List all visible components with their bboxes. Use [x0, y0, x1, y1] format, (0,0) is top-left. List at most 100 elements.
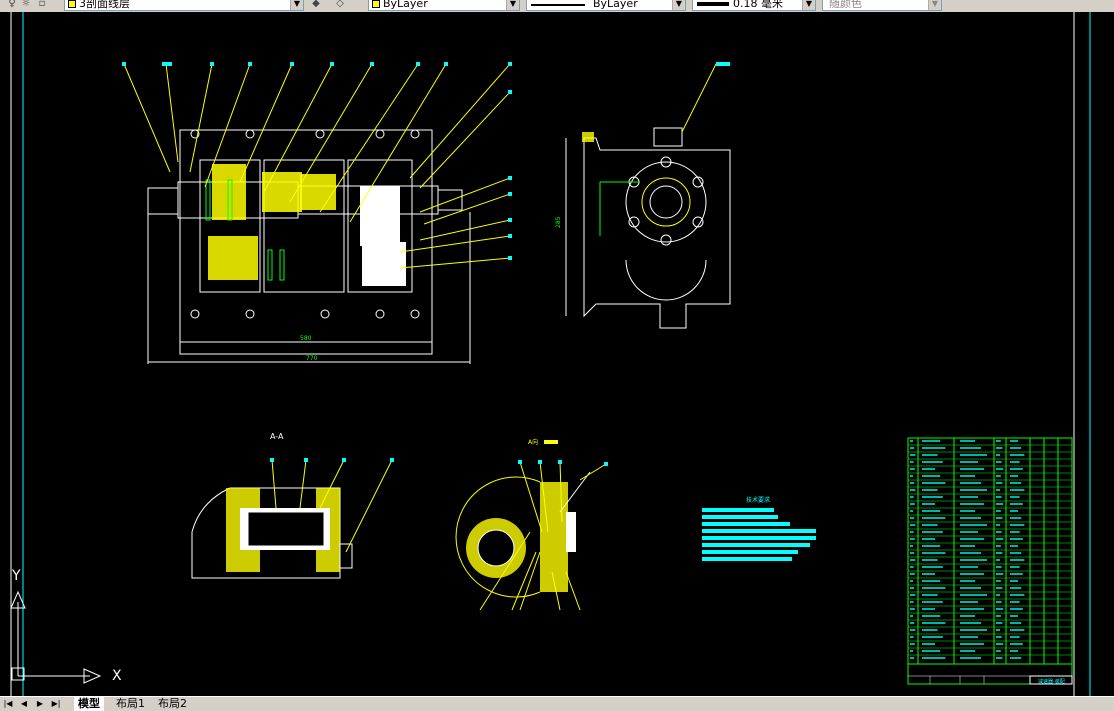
parts-cell-text [910, 629, 916, 631]
view-a-label: A向 [528, 438, 538, 446]
last-tab-button[interactable]: ▶| [50, 697, 62, 710]
parts-cell-text [960, 503, 984, 505]
tab-layout1[interactable]: 布局1 [112, 697, 149, 711]
parts-cell-text [996, 538, 1004, 540]
parts-cell-text [996, 629, 1000, 631]
layer-dropdown[interactable]: 3剖面线层 ▼ [64, 0, 304, 11]
color-dropdown[interactable]: ByLayer ▼ [368, 0, 520, 11]
parts-cell-text [996, 489, 1000, 491]
parts-cell-text [922, 566, 943, 568]
parts-cell-text [910, 643, 915, 645]
tab-model[interactable]: 模型 [74, 697, 104, 711]
parts-cell-text [960, 496, 978, 498]
parts-cell-text [910, 650, 913, 652]
linetype-preview [531, 4, 585, 6]
parts-cell-text [960, 461, 978, 463]
parts-cell-text [922, 608, 935, 610]
parts-cell-text [1010, 524, 1025, 526]
parts-cell-text [1010, 531, 1020, 533]
parts-cell-text [922, 545, 941, 547]
parts-cell-text [960, 447, 981, 449]
parts-cell-text [922, 489, 938, 491]
parts-cell-text [996, 552, 1003, 554]
parts-cell-text [1010, 650, 1018, 652]
chevron-down-icon[interactable]: ▼ [802, 0, 815, 10]
parts-cell-text [1010, 517, 1022, 519]
parts-cell-text [996, 454, 1000, 456]
parts-cell-text [922, 580, 941, 582]
chevron-down-icon[interactable]: ▼ [290, 0, 303, 10]
parts-cell-text [996, 447, 1003, 449]
lock-icon[interactable]: ▫ [36, 0, 48, 10]
parts-cell-text [922, 643, 935, 645]
parts-cell-text [960, 517, 981, 519]
parts-cell-text [996, 636, 1002, 638]
parts-list-table: 减速器-装配 [907, 437, 1073, 685]
parts-cell-text [1010, 461, 1020, 463]
parts-cell-text [996, 524, 1000, 526]
parts-cell-text [910, 475, 913, 477]
parts-cell-text [960, 440, 975, 442]
linetype-dropdown[interactable]: ByLayer ▼ [526, 0, 686, 11]
parts-cell-text [996, 468, 1004, 470]
parts-cell-text [960, 622, 981, 624]
parts-cell-text [910, 454, 916, 456]
parts-cell-text [910, 559, 916, 561]
prev-tab-button[interactable]: ◀ [18, 697, 30, 710]
parts-cell-text [1010, 587, 1022, 589]
parts-cell-text [1010, 489, 1025, 491]
parts-cell-text [996, 601, 1002, 603]
make-current-layer-icon[interactable]: ◆ [310, 0, 322, 10]
parts-cell-text [1010, 475, 1018, 477]
chevron-down-icon[interactable]: ▼ [506, 0, 519, 10]
parts-cell-text [1010, 447, 1022, 449]
drawing-canvas[interactable]: 580 770 285 A-A A向 技术要求 减速器-装配 X Y [0, 12, 1114, 696]
parts-cell-text [922, 517, 946, 519]
parts-cell-text [910, 545, 913, 547]
parts-cell-text [960, 468, 984, 470]
parts-cell-text [922, 461, 943, 463]
parts-cell-text [960, 650, 975, 652]
chevron-down-icon: ▼ [928, 0, 941, 10]
dim-inner-width: 580 [300, 335, 312, 342]
parts-cell-text [996, 510, 1001, 512]
lineweight-dropdown[interactable]: 0.18 毫米 ▼ [692, 0, 816, 11]
parts-cell-text [910, 615, 913, 617]
parts-cell-text [922, 601, 943, 603]
next-tab-button[interactable]: ▶ [34, 697, 46, 710]
parts-cell-text [996, 482, 1003, 484]
parts-cell-text [1010, 608, 1023, 610]
color-swatch [372, 0, 380, 8]
parts-cell-text [960, 454, 987, 456]
parts-cell-text [996, 573, 1004, 575]
tab-layout2[interactable]: 布局2 [154, 697, 191, 711]
parts-cell-text [1010, 601, 1020, 603]
parts-cell-text [1010, 510, 1018, 512]
chevron-down-icon[interactable]: ▼ [672, 0, 685, 10]
parts-cell-text [910, 531, 914, 533]
title-block-name: 减速器-装配 [1038, 678, 1065, 685]
parts-cell-text [960, 629, 987, 631]
parts-cell-text [996, 559, 1000, 561]
front-view-group: 580 770 [122, 62, 512, 364]
linetype-value: ByLayer [593, 0, 638, 10]
parts-cell-text [910, 482, 915, 484]
sun-icon[interactable]: ☼ [20, 0, 32, 10]
parts-cell-text [922, 538, 935, 540]
layer-state-icon[interactable]: ♀ [6, 0, 18, 10]
ucs-icon: X Y [10, 568, 122, 684]
parts-cell-text [960, 601, 978, 603]
parts-cell-text [922, 510, 941, 512]
parts-cell-text [1010, 573, 1023, 575]
parts-cell-text [1010, 622, 1022, 624]
layer-previous-icon[interactable]: ◇ [334, 0, 346, 10]
parts-cell-text [960, 489, 987, 491]
parts-cell-text [922, 615, 941, 617]
side-view-group: 285 [555, 62, 731, 329]
first-tab-button[interactable]: |◀ [2, 697, 14, 710]
parts-cell-text [1010, 552, 1022, 554]
plotstyle-value: 随颜色 [829, 0, 862, 10]
parts-cell-text [960, 545, 975, 547]
parts-cell-text [910, 601, 914, 603]
technical-requirements: 技术要求 [702, 496, 816, 561]
